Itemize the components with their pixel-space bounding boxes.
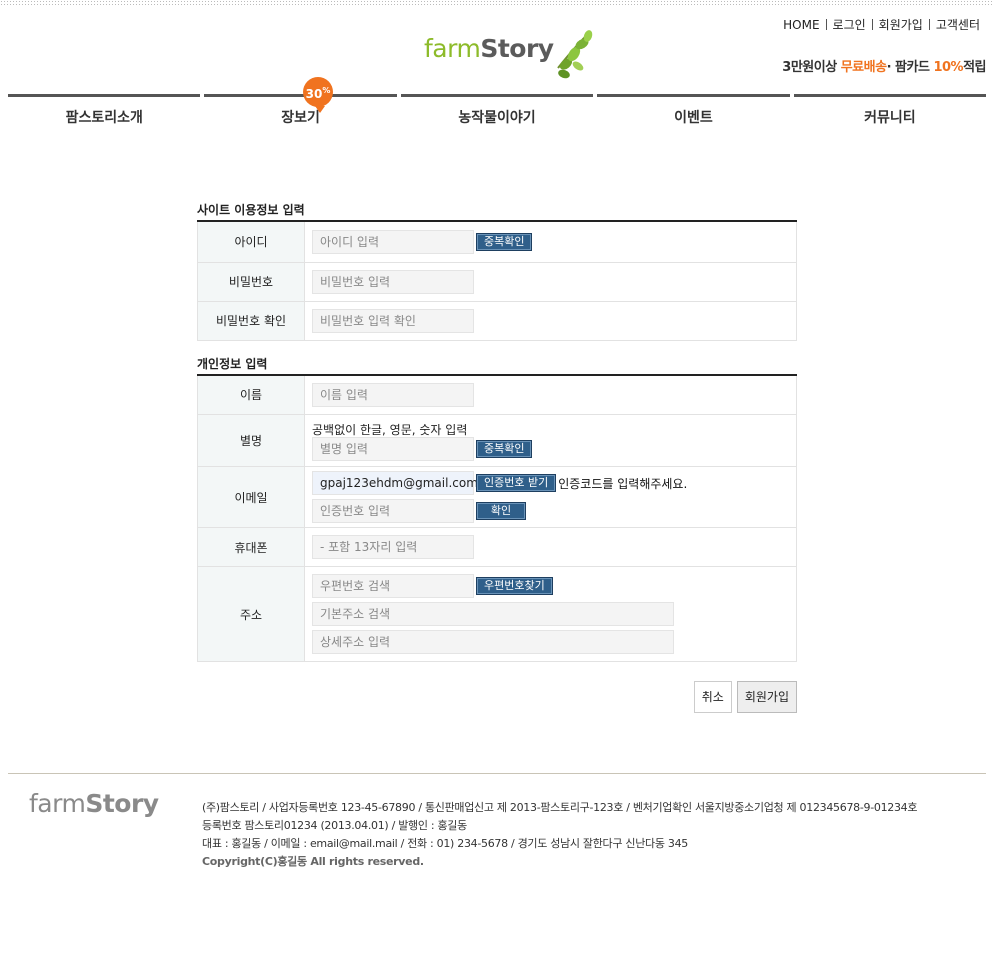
form-row-password-confirm: 비밀번호 확인 비밀번호 입력 확인 bbox=[197, 301, 797, 341]
zipcode-input[interactable]: 우편번호 검색 bbox=[312, 574, 474, 598]
email-input[interactable]: gpaj123ehdm@gmail.com bbox=[312, 471, 478, 495]
form-row-name: 이름 이름 입력 bbox=[197, 375, 797, 415]
discount-badge: 30% bbox=[303, 77, 333, 113]
form-row-phone: 휴대폰 - 포함 13자리 입력 bbox=[197, 527, 797, 567]
zipcode-search-button[interactable]: 우편번호찾기 bbox=[476, 577, 553, 595]
footer-line-company: (주)팜스토리 / 사업자등록번호 123-45-67890 / 통신판매업신고… bbox=[202, 801, 918, 814]
footer-logo: farmStory bbox=[29, 789, 159, 818]
register-form: 사이트 이용정보 입력 아이디 아이디 입력 중복확인 비밀번호 비밀번호 입력 … bbox=[197, 200, 797, 662]
utility-nav: HOME 로그인 회원가입 고객센터 bbox=[777, 16, 986, 33]
personal-info-title: 개인정보 입력 bbox=[197, 354, 797, 376]
auth-code-input[interactable]: 인증번호 입력 bbox=[312, 499, 474, 523]
password-confirm-input[interactable]: 비밀번호 입력 확인 bbox=[312, 308, 474, 333]
address-basic-input[interactable]: 기본주소 검색 bbox=[312, 602, 674, 626]
promo-banner: 3만원이상 무료배송· 팜카드 10%적립 bbox=[782, 60, 986, 75]
nickname-hint: 공백없이 한글, 영문, 숫자 입력 bbox=[312, 422, 468, 437]
footer-line-contact: 대표 : 홍길동 / 이메일 : email@mail.mail / 전화 : … bbox=[202, 837, 688, 850]
password-confirm-label: 비밀번호 확인 bbox=[197, 301, 305, 341]
nickname-input[interactable]: 별명 입력 bbox=[312, 436, 474, 461]
nav-item-crop-story[interactable]: 농작물이야기 bbox=[400, 94, 594, 134]
auth-confirm-button[interactable]: 확인 bbox=[476, 502, 526, 520]
main-nav: 팜스토리소개 장보기 농작물이야기 이벤트 커뮤니티 bbox=[8, 94, 987, 134]
nickname-label: 별명 bbox=[197, 414, 305, 467]
logo-text: farmStory bbox=[424, 34, 554, 63]
top-pattern bbox=[0, 0, 994, 6]
form-row-password: 비밀번호 비밀번호 입력 bbox=[197, 262, 797, 302]
site-info-title: 사이트 이용정보 입력 bbox=[197, 200, 797, 222]
form-actions: 취소 회원가입 bbox=[693, 681, 797, 713]
send-auth-code-button[interactable]: 인증번호 받기 bbox=[476, 474, 557, 492]
footer-copyright: Copyright(C)홍길동 All rights reserved. bbox=[202, 855, 424, 868]
email-label: 이메일 bbox=[197, 466, 305, 528]
footer-info: (주)팜스토리 / 사업자등록번호 123-45-67890 / 통신판매업신고… bbox=[202, 799, 917, 871]
password-input[interactable]: 비밀번호 입력 bbox=[312, 269, 474, 294]
util-link-home[interactable]: HOME bbox=[777, 18, 825, 32]
cancel-button[interactable]: 취소 bbox=[693, 681, 732, 713]
form-row-id: 아이디 아이디 입력 중복확인 bbox=[197, 222, 797, 263]
personal-info-table: 이름 이름 입력 별명 공백없이 한글, 영문, 숫자 입력 별명 입력 중복확인… bbox=[197, 375, 797, 662]
site-logo[interactable]: farmStory bbox=[424, 24, 594, 80]
nav-item-community[interactable]: 커뮤니티 bbox=[793, 94, 987, 134]
phone-label: 휴대폰 bbox=[197, 527, 305, 567]
nav-item-about[interactable]: 팜스토리소개 bbox=[8, 94, 201, 134]
footer-divider bbox=[8, 773, 986, 774]
email-auth-hint: 인증코드를 입력해주세요. bbox=[558, 476, 688, 491]
address-label: 주소 bbox=[197, 566, 305, 662]
form-row-address: 주소 우편번호 검색 우편번호찾기 기본주소 검색 상세주소 입력 bbox=[197, 566, 797, 662]
address-detail-input[interactable]: 상세주소 입력 bbox=[312, 630, 674, 654]
nav-item-event[interactable]: 이벤트 bbox=[597, 94, 790, 134]
name-input[interactable]: 이름 입력 bbox=[312, 382, 474, 407]
nav-item-market[interactable]: 장보기 bbox=[204, 94, 397, 134]
id-input[interactable]: 아이디 입력 bbox=[312, 229, 474, 254]
form-row-email: 이메일 gpaj123ehdm@gmail.com 인증번호 받기 인증코드를 입력… bbox=[197, 466, 797, 528]
name-label: 이름 bbox=[197, 375, 305, 415]
footer-line-registration: 등록번호 팜스토리01234 (2013.04.01) / 발행인 : 홍길동 bbox=[202, 819, 467, 832]
password-label: 비밀번호 bbox=[197, 262, 305, 302]
util-link-customer-center[interactable]: 고객센터 bbox=[930, 16, 986, 33]
phone-input[interactable]: - 포함 13자리 입력 bbox=[312, 535, 474, 559]
id-check-button[interactable]: 중복확인 bbox=[476, 232, 533, 251]
submit-button[interactable]: 회원가입 bbox=[736, 681, 797, 713]
util-link-join[interactable]: 회원가입 bbox=[873, 16, 929, 33]
site-info-table: 아이디 아이디 입력 중복확인 비밀번호 비밀번호 입력 비밀번호 확인 비밀번호… bbox=[197, 222, 797, 341]
form-row-nickname: 별명 공백없이 한글, 영문, 숫자 입력 별명 입력 중복확인 bbox=[197, 414, 797, 467]
id-label: 아이디 bbox=[197, 222, 305, 263]
leaf-icon bbox=[557, 30, 593, 79]
nickname-check-button[interactable]: 중복확인 bbox=[476, 439, 533, 458]
util-link-login[interactable]: 로그인 bbox=[827, 16, 872, 33]
